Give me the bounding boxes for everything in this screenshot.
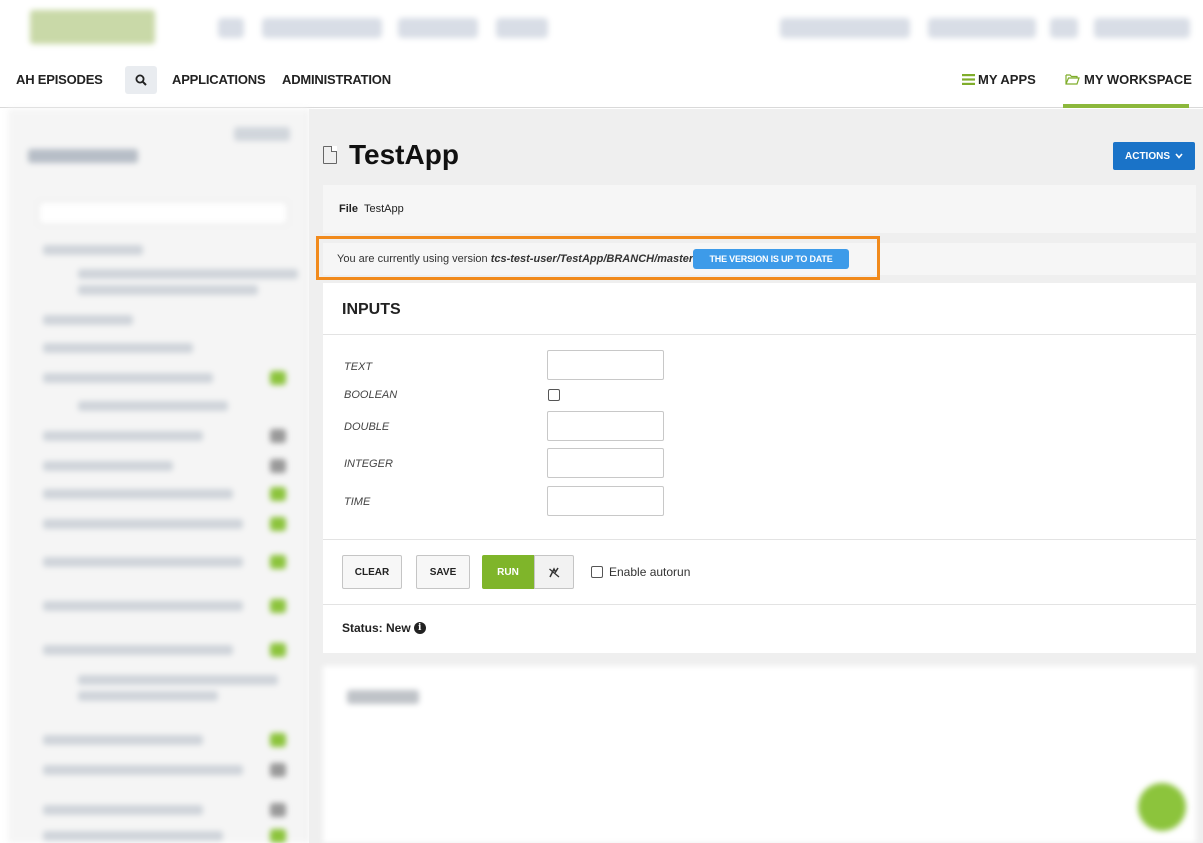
folder-open-icon [1065, 74, 1080, 85]
inputs-panel: INPUTS TEXT BOOLEAN DOUBLE INTEGER TIME … [323, 283, 1196, 653]
header-link[interactable] [398, 18, 478, 38]
boolean-label: BOOLEAN [344, 389, 398, 401]
brand-logo [30, 10, 155, 44]
top-header-blurred [0, 0, 1203, 50]
header-link[interactable] [928, 18, 1036, 38]
header-link[interactable] [1050, 18, 1078, 38]
main-nav: AH EPISODES APPLICATIONS ADMINISTRATION … [0, 60, 1203, 108]
main-content: TestApp ACTIONS File TestApp You are cur… [309, 109, 1203, 843]
header-link[interactable] [262, 18, 382, 38]
highlight-box [316, 236, 880, 280]
no-run-icon [548, 566, 559, 577]
file-icon [323, 146, 337, 164]
floating-action-button[interactable] [1138, 783, 1186, 831]
nav-applications[interactable]: APPLICATIONS [172, 72, 266, 87]
page-title-text: TestApp [349, 139, 459, 170]
autorun-checkbox[interactable] [591, 566, 603, 578]
time-input[interactable] [547, 486, 664, 516]
autorun-label: Enable autorun [609, 565, 691, 579]
integer-label: INTEGER [344, 458, 393, 470]
page-title: TestApp [323, 139, 459, 171]
my-apps-label: MY APPS [978, 72, 1036, 87]
file-info: File TestApp [323, 185, 1196, 233]
save-button[interactable]: SAVE [416, 555, 470, 589]
search-icon [135, 74, 147, 86]
nav-search-button[interactable] [125, 66, 157, 94]
sidebar-blurred [8, 109, 308, 843]
integer-input[interactable] [547, 448, 664, 478]
double-input[interactable] [547, 411, 664, 441]
autorun-toggle[interactable]: Enable autorun [591, 565, 690, 579]
header-link[interactable] [218, 18, 244, 38]
status-label: Status: New [342, 621, 411, 635]
clear-button[interactable]: CLEAR [342, 555, 402, 589]
nav-ah-episodes[interactable]: AH EPISODES [16, 72, 103, 87]
text-input[interactable] [547, 350, 664, 380]
nav-my-workspace[interactable]: MY WORKSPACE [1065, 72, 1192, 87]
actions-label: ACTIONS [1125, 150, 1170, 162]
inputs-title: INPUTS [342, 301, 401, 318]
divider [323, 604, 1196, 605]
header-link[interactable] [496, 18, 548, 38]
actions-dropdown-button[interactable]: ACTIONS [1113, 142, 1195, 170]
list-icon [962, 74, 975, 85]
chevron-down-icon [1175, 153, 1183, 159]
info-icon[interactable]: i [413, 622, 426, 634]
text-label: TEXT [344, 361, 373, 373]
outputs-panel-blurred [323, 666, 1196, 843]
file-label: File [339, 203, 358, 215]
nav-administration[interactable]: ADMINISTRATION [282, 72, 391, 87]
boolean-checkbox[interactable] [548, 389, 560, 401]
my-workspace-label: MY WORKSPACE [1084, 72, 1192, 87]
run-options-button[interactable] [534, 555, 574, 589]
file-name: TestApp [363, 203, 404, 215]
run-button[interactable]: RUN [482, 555, 534, 589]
divider [323, 539, 1196, 540]
status-text: Status: New i [342, 621, 426, 635]
header-link[interactable] [1094, 18, 1190, 38]
header-link[interactable] [780, 18, 910, 38]
active-tab-indicator [1063, 104, 1189, 108]
time-label: TIME [344, 496, 371, 508]
double-label: DOUBLE [344, 421, 390, 433]
nav-my-apps[interactable]: MY APPS [962, 72, 1036, 87]
divider [323, 334, 1196, 335]
